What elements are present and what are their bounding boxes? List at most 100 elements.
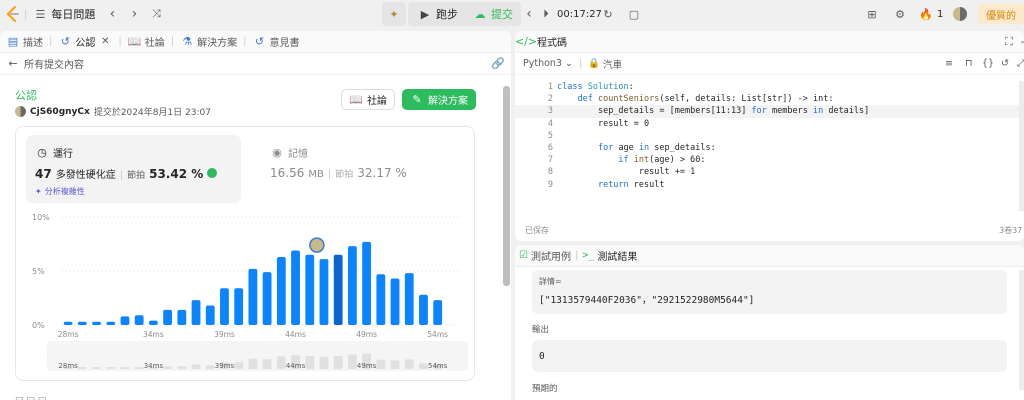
- chart-bar[interactable]: [77, 321, 87, 325]
- reset-timer-button[interactable]: ↻: [598, 3, 618, 25]
- code-line[interactable]: 7 if int(age) > 60:: [515, 154, 1024, 166]
- chart-bar[interactable]: [92, 321, 101, 325]
- chart-bar[interactable]: [390, 278, 400, 325]
- code-line[interactable]: 1 class Solution:: [515, 81, 1024, 93]
- console-scrollbar[interactable]: [1019, 270, 1024, 390]
- chart-bar[interactable]: [305, 254, 315, 325]
- prev-problem-button[interactable]: ‹: [101, 3, 123, 25]
- x-tick-label: 28ms: [58, 330, 79, 339]
- settings-button[interactable]: ⚙: [890, 3, 910, 25]
- tab-accepted[interactable]: ↺ 公認 ✕: [54, 34, 116, 49]
- editor-scrollbar[interactable]: [1019, 81, 1024, 211]
- code-area[interactable]: 1 class Solution: 2 def countSeniors(self,…: [515, 81, 1024, 191]
- editorial-label: 社論: [367, 96, 387, 107]
- mode-selector[interactable]: 🔒 汽車: [588, 57, 622, 71]
- overview-bar: [333, 356, 343, 369]
- timer[interactable]: ⏵ 00:17:27: [536, 3, 605, 25]
- fullscreen-icon[interactable]: ⤢: [1017, 58, 1024, 69]
- chart-bar[interactable]: [163, 309, 173, 325]
- chart-bar[interactable]: [248, 268, 258, 325]
- chart-bar[interactable]: [319, 259, 329, 325]
- back-to-submissions-link[interactable]: ← 所有提交內容: [6, 56, 84, 71]
- tab-solutions[interactable]: ⚗ 解決方案: [176, 34, 241, 49]
- streak-badge[interactable]: 🔥 1: [916, 3, 946, 25]
- reset-icon[interactable]: ↺: [1001, 58, 1009, 69]
- gear-icon: ⚙: [895, 7, 905, 21]
- logo[interactable]: [0, 3, 24, 25]
- list-icon: ☰: [35, 7, 46, 21]
- run-label: 跑步: [436, 8, 458, 21]
- chart-bar[interactable]: [220, 288, 229, 325]
- run-button[interactable]: ▶ 跑步: [408, 2, 468, 26]
- tab-submissions[interactable]: ↺ 意見書: [249, 34, 304, 49]
- memory-unit: MB: [308, 169, 324, 180]
- chart-bar[interactable]: [262, 272, 272, 325]
- chart-bar[interactable]: [276, 256, 286, 325]
- memory-panel[interactable]: ◉ 記憶 16.56 MB | 節拍 32.17 %: [261, 135, 461, 203]
- code-line[interactable]: 2 def countSeniors(self, details: List[s…: [515, 93, 1024, 105]
- editorial-button[interactable]: 📖 社論: [341, 89, 395, 110]
- tab-label: 意見書: [269, 38, 300, 49]
- overview-bar: [305, 356, 315, 369]
- language-selector[interactable]: Python3 ⌄: [523, 58, 573, 69]
- code-text: result += 1: [638, 167, 696, 178]
- chart-bar[interactable]: [404, 273, 414, 325]
- braces-icon[interactable]: {}: [982, 58, 994, 69]
- details-input[interactable]: 詳情= ["1313579440F2036"，"2921522980M5644"…: [532, 270, 1007, 314]
- runtime-panel[interactable]: ◷ 運行 47 多發性硬化症 | 節拍 53.42 % ✦ 分析複雜性: [26, 135, 241, 203]
- tab-description[interactable]: ▤ 描述: [2, 34, 47, 49]
- next-problem-button[interactable]: ›: [123, 3, 145, 25]
- chart-bar[interactable]: [148, 320, 158, 325]
- overview-bar: [276, 356, 286, 369]
- debug-button[interactable]: ✦: [382, 2, 406, 26]
- chart-bar[interactable]: [419, 294, 428, 325]
- user-avatar[interactable]: [953, 7, 967, 21]
- close-icon[interactable]: ✕: [98, 35, 112, 49]
- solution-button[interactable]: ✎ 解決方案: [402, 89, 476, 110]
- submit-button[interactable]: ☁ 提交: [465, 2, 521, 26]
- tab-test-result[interactable]: >_ 測試結果: [582, 248, 637, 263]
- avatar[interactable]: [15, 106, 26, 117]
- chart-bar[interactable]: [376, 274, 386, 325]
- overview-bar: [191, 364, 201, 369]
- layout-button[interactable]: ⊞: [862, 3, 882, 25]
- chart-bar[interactable]: [120, 316, 130, 325]
- overview-tick-label: 28ms: [58, 362, 78, 370]
- minus-icon[interactable]: —: [1019, 35, 1024, 49]
- maximize-icon[interactable]: ⛶: [1002, 35, 1016, 49]
- code-line[interactable]: 9 return result: [515, 179, 1024, 191]
- code-line[interactable]: 3 sep_details = [members[11:13] for memb…: [515, 105, 1024, 118]
- chart-bar[interactable]: [333, 254, 343, 325]
- left-scrollbar[interactable]: [503, 86, 510, 286]
- chart-bar[interactable]: [63, 321, 73, 325]
- chart-bar[interactable]: [291, 250, 300, 325]
- bookmark-icon[interactable]: ⊓: [965, 58, 972, 69]
- tab-editorial[interactable]: 📖 社論: [124, 34, 169, 49]
- random-problem-button[interactable]: ⤨: [145, 3, 167, 25]
- runtime-distribution-chart[interactable]: 10% 5% 0% 28ms 34ms 39ms 44ms 49ms 54ms 28ms 34ms 3…: [16, 207, 474, 379]
- chart-bar[interactable]: [106, 321, 116, 325]
- author-name[interactable]: CjS60gnyCx: [30, 107, 90, 117]
- link-icon[interactable]: 🔗: [491, 57, 505, 71]
- runtime-unit: 多發性硬化症: [55, 170, 116, 181]
- code-line[interactable]: 4 result = 0: [515, 118, 1024, 130]
- premium-button[interactable]: 優質的: [978, 4, 1024, 24]
- notes-button[interactable]: ▢: [624, 3, 644, 25]
- tab-test-cases[interactable]: ☑ 測試用例: [519, 248, 571, 263]
- code-line[interactable]: 8 result += 1: [515, 166, 1024, 178]
- code-line[interactable]: 5: [515, 130, 1024, 142]
- description-icon: ▤: [7, 35, 19, 48]
- chart-bar[interactable]: [362, 241, 372, 325]
- chart-bar[interactable]: [134, 315, 144, 325]
- format-icon[interactable]: ≡: [945, 58, 953, 69]
- chart-bar[interactable]: [433, 300, 443, 325]
- analyze-complexity-button[interactable]: ✦ 分析複雜性: [35, 186, 85, 197]
- line-number: 7: [547, 155, 553, 166]
- problem-list-button[interactable]: ☰ 每日問題: [27, 3, 101, 25]
- chart-bar[interactable]: [347, 246, 357, 325]
- code-line[interactable]: 6 for age in sep_details:: [515, 142, 1024, 154]
- chart-bar[interactable]: [191, 300, 201, 325]
- chart-bar[interactable]: [177, 309, 187, 325]
- chart-bar[interactable]: [234, 288, 244, 325]
- chart-bar[interactable]: [205, 305, 215, 325]
